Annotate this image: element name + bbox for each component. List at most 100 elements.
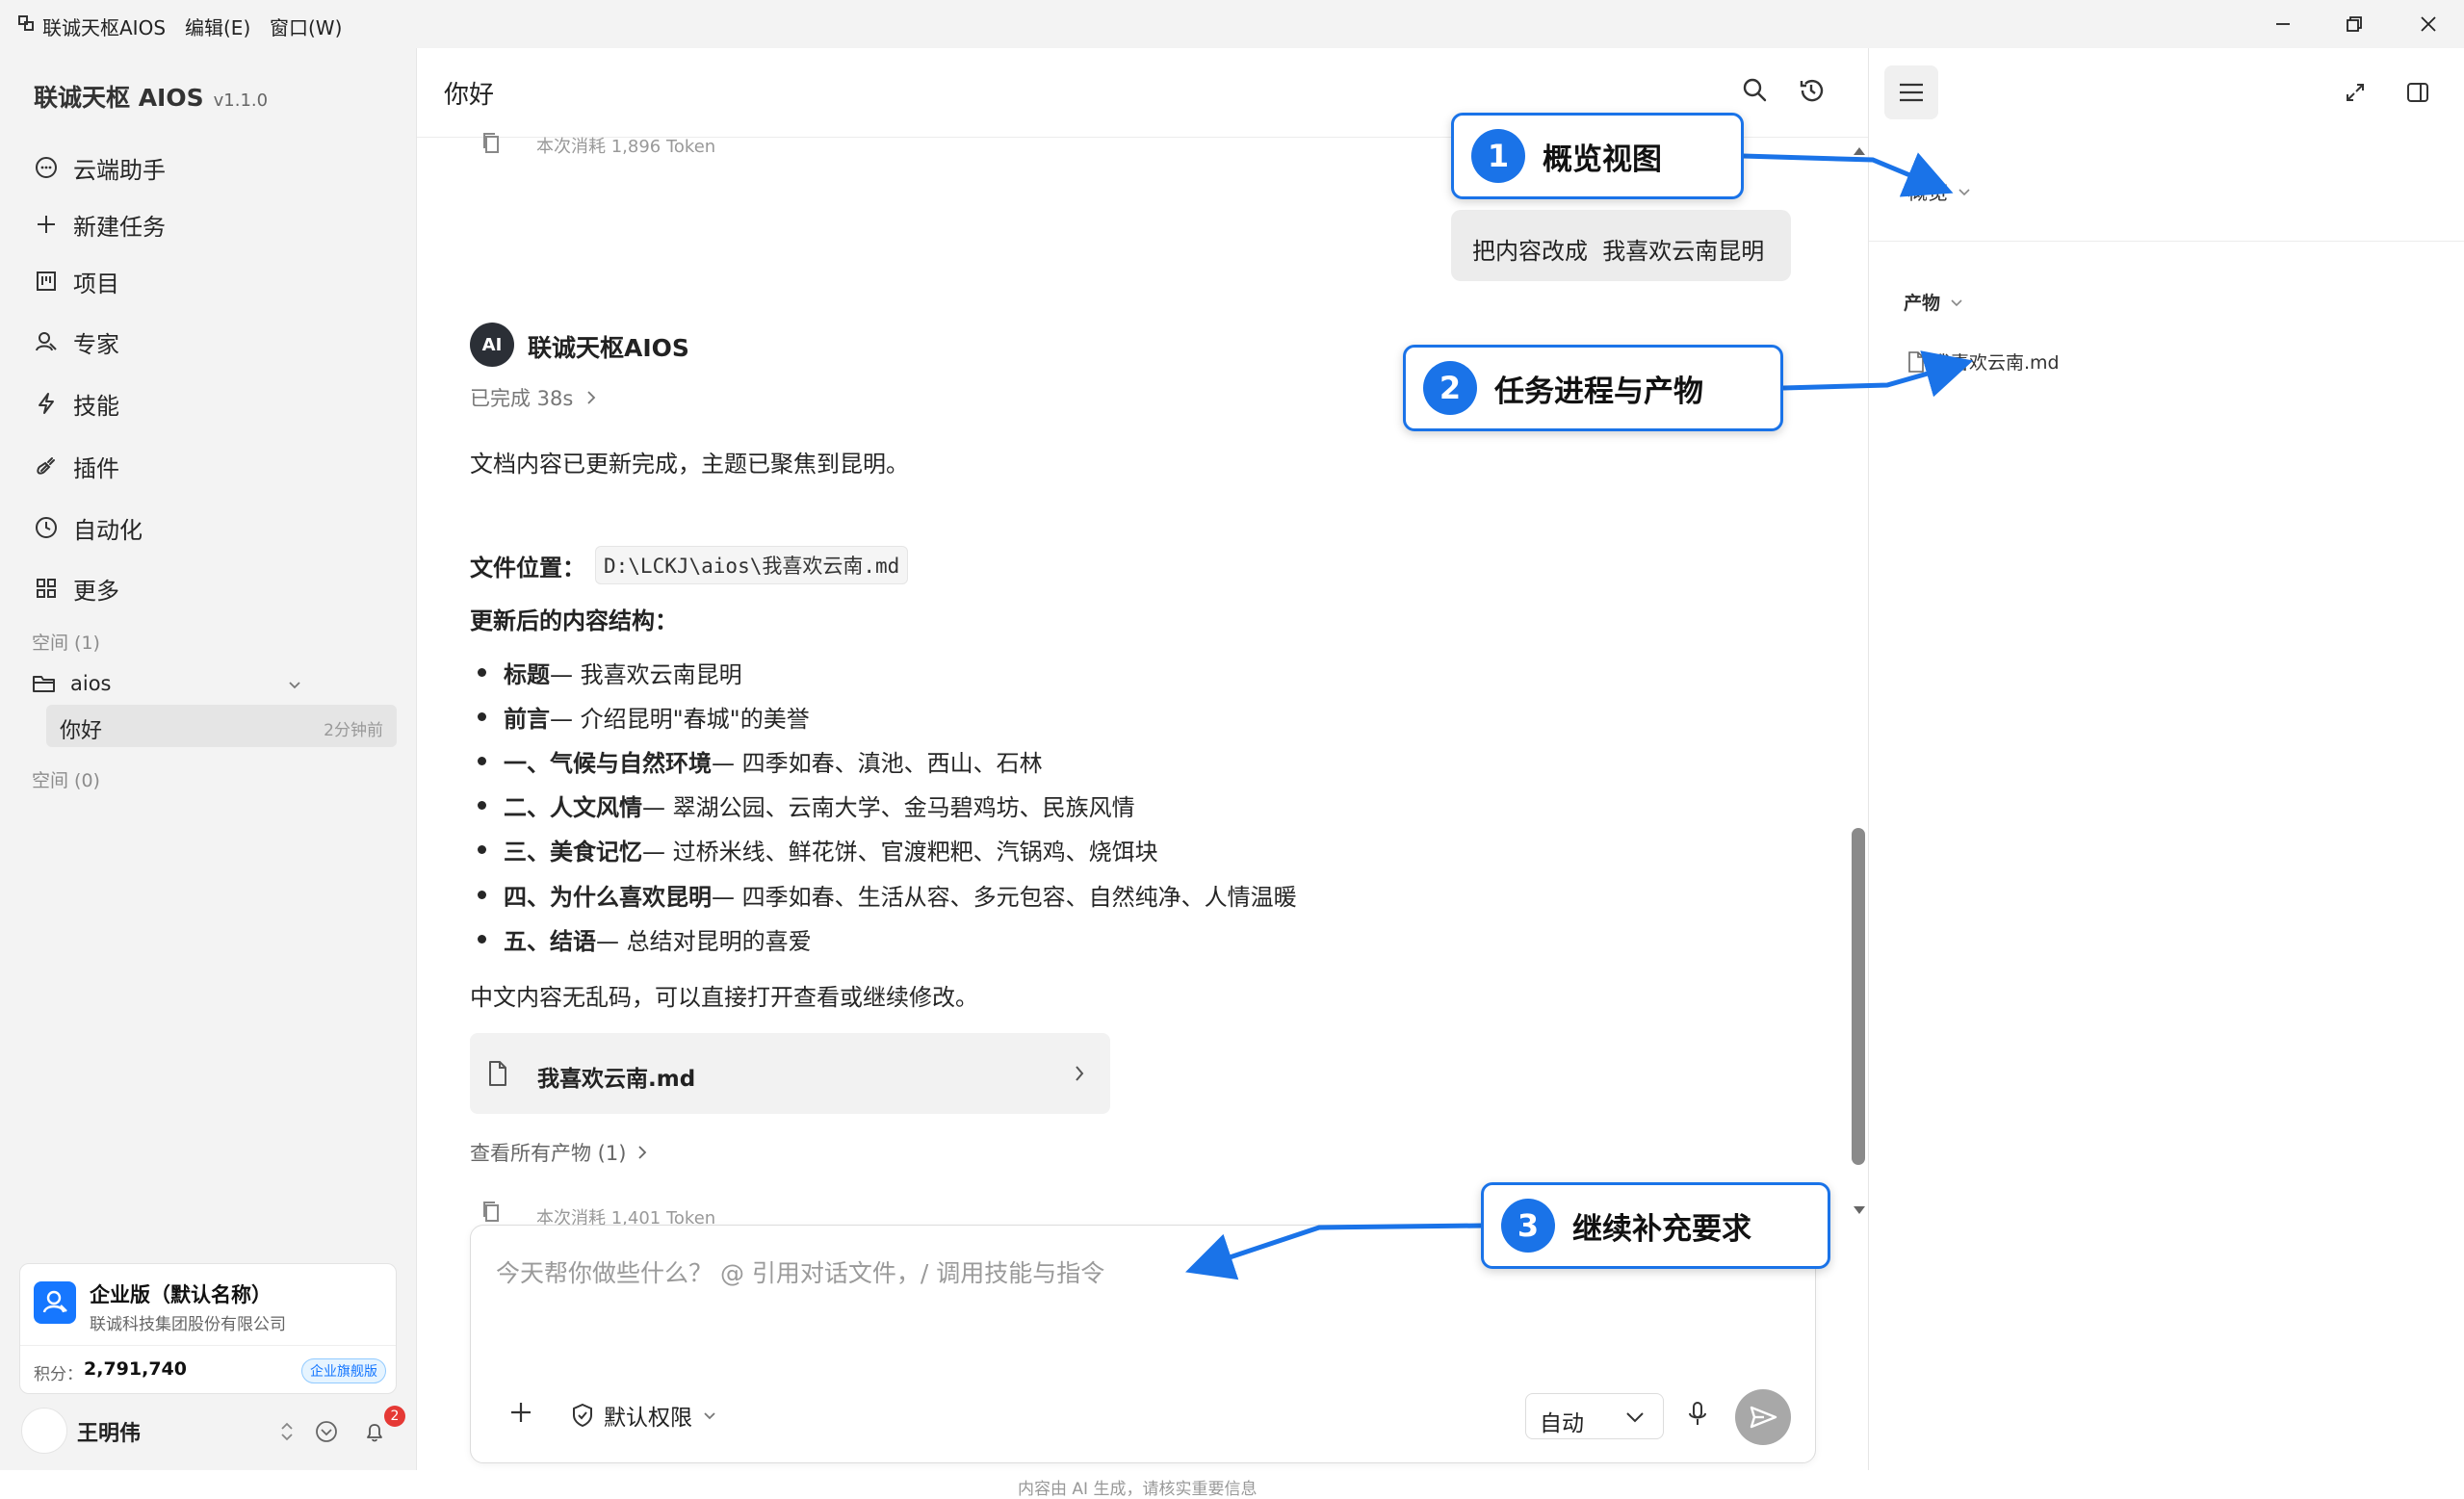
- list-item: 四、为什么喜欢昆明 — 四季如春、生活从容、多元包容、自然纯净、人情温暖: [471, 878, 1297, 912]
- artifacts-label: 产物: [1904, 293, 1941, 314]
- status-text: 已完成 38s: [470, 387, 574, 410]
- page-title: 你好: [444, 81, 495, 110]
- nav-automation[interactable]: 自动化: [33, 506, 143, 549]
- version-label: v1.1.0: [213, 90, 269, 111]
- conversation-time: 2分钟前: [324, 721, 383, 740]
- list-item: 三、美食记忆 — 过桥米线、鲜花饼、官渡粑粑、汽锅鸡、烧饵块: [471, 833, 1158, 866]
- brand-name: 联诚天枢 AIOS: [34, 84, 204, 112]
- view-all-artifacts[interactable]: 查看所有产物 (1): [470, 1138, 649, 1167]
- hamburger-icon: [1900, 83, 1923, 102]
- space-label-0: 空间 (0): [32, 770, 100, 791]
- search-icon[interactable]: [1740, 75, 1771, 106]
- mode-label: 自动: [1540, 1411, 1584, 1436]
- copy-icon[interactable]: [480, 131, 504, 156]
- restore-button[interactable]: [2340, 10, 2369, 39]
- org-user-icon: [42, 1290, 67, 1313]
- mode-select[interactable]: 自动: [1525, 1393, 1664, 1439]
- chat-bubble-icon: [36, 157, 57, 178]
- scroll-up-arrow[interactable]: [1852, 144, 1867, 158]
- list-item: 二、人文风情 — 翠湖公园、云南大学、金马碧鸡坊、民族风情: [471, 788, 1135, 822]
- file-card-name: 我喜欢云南.md: [537, 1067, 696, 1092]
- intro-text: 文档内容已更新完成，主题已聚焦到昆明。: [470, 451, 909, 478]
- chevron-down-icon: [1626, 1412, 1644, 1423]
- org-company: 联诚科技集团股份有限公司: [90, 1315, 286, 1334]
- nav-projects[interactable]: 项目: [33, 260, 119, 302]
- bell-icon[interactable]: [362, 1419, 387, 1444]
- microphone-icon[interactable]: [1686, 1400, 1709, 1429]
- plan-badge: 企业旗舰版: [301, 1358, 386, 1383]
- chevron-right-icon: [1076, 1066, 1084, 1081]
- callout-text: 继续补充要求: [1572, 1211, 1751, 1247]
- folder-name: aios: [70, 672, 112, 695]
- chat-input-placeholder[interactable]: 今天帮你做些什么？ @ 引用对话文件，/ 调用技能与指令: [496, 1254, 1104, 1289]
- brand: 联诚天枢 AIOS v1.1.0: [34, 79, 268, 114]
- document-icon: [489, 1061, 506, 1086]
- overview-label: 概览: [1907, 181, 1948, 204]
- shield-icon: [573, 1403, 592, 1428]
- expand-icon[interactable]: [2342, 79, 2369, 106]
- file-path-code: D:\LCKJ\aios\我喜欢云南.md: [595, 546, 909, 584]
- nav-label: 自动化: [73, 516, 143, 544]
- overview-dropdown[interactable]: 概览: [1907, 177, 1971, 206]
- disclaimer: 内容由 AI 生成，请核实重要信息: [1018, 1480, 1258, 1499]
- send-icon: [1750, 1406, 1777, 1429]
- callout-number: 1: [1471, 129, 1525, 183]
- title-bar: 联诚天枢AIOS 编辑(E) 窗口(W): [0, 0, 2464, 48]
- closing-text: 中文内容无乱码，可以直接打开查看或继续修改。: [470, 984, 978, 1011]
- app-title: 联诚天枢AIOS: [42, 16, 167, 39]
- nav-cloud-assistant[interactable]: 云端助手: [33, 146, 166, 189]
- right-panel: 概览 产物 我喜欢云南.md: [1868, 48, 2464, 1470]
- callout-number: 3: [1501, 1199, 1555, 1253]
- panel-menu-button[interactable]: [1884, 65, 1938, 119]
- grid-icon: [37, 579, 56, 598]
- artifact-file-item[interactable]: 我喜欢云南.md: [1907, 349, 2060, 375]
- close-button[interactable]: [2414, 10, 2443, 39]
- file-card[interactable]: 我喜欢云南.md: [470, 1033, 1110, 1114]
- nav-plugins[interactable]: 插件: [33, 445, 119, 487]
- nav-more[interactable]: 更多: [33, 567, 119, 609]
- scrollbar-thumb[interactable]: [1852, 828, 1865, 1165]
- minimize-button[interactable]: [2269, 10, 2297, 39]
- folder-icon: [33, 676, 55, 692]
- document-icon: [1908, 350, 1924, 373]
- status-toggle[interactable]: 已完成 38s: [470, 383, 598, 412]
- callout-number: 2: [1423, 361, 1477, 415]
- file-location-label: 文件位置：: [470, 554, 585, 582]
- account-switch-icon[interactable]: [279, 1420, 295, 1443]
- org-card[interactable]: 企业版（默认名称） 联诚科技集团股份有限公司 积分： 2,791,740 企业旗…: [19, 1263, 397, 1394]
- ai-avatar: AI: [470, 323, 514, 367]
- artifacts-section[interactable]: 产物: [1904, 289, 1963, 315]
- toggle-panel-icon[interactable]: [2404, 79, 2431, 106]
- nav-experts[interactable]: 专家: [33, 321, 119, 363]
- permission-label: 默认权限: [604, 1406, 692, 1431]
- org-name: 企业版（默认名称）: [90, 1283, 272, 1306]
- attach-plus-icon[interactable]: [507, 1399, 534, 1426]
- sidebar: 联诚天枢 AIOS v1.1.0 云端助手 新建任务 项目 专家 技能 插件 自…: [0, 48, 416, 1470]
- menu-window[interactable]: 窗口(W): [270, 13, 342, 40]
- conversation-title: 你好: [60, 719, 103, 743]
- chevron-down-icon[interactable]: [287, 677, 302, 692]
- nav-label: 项目: [73, 270, 119, 297]
- scroll-down-arrow[interactable]: [1852, 1203, 1867, 1217]
- avatar[interactable]: [21, 1408, 67, 1454]
- permission-select[interactable]: 默认权限: [571, 1399, 717, 1432]
- view-all-text: 查看所有产物 (1): [470, 1142, 627, 1165]
- nav-new-task[interactable]: 新建任务: [33, 203, 166, 246]
- list-item: 一、气候与自然环境 — 四季如春、滇池、西山、石林: [471, 744, 1043, 778]
- nav-label: 专家: [73, 330, 119, 358]
- send-button[interactable]: [1735, 1389, 1791, 1445]
- list-item: 前言 — 介绍昆明"春城"的美誉: [471, 700, 810, 734]
- menu-edit[interactable]: 编辑(E): [185, 13, 250, 40]
- chevron-down-icon: [1958, 189, 1970, 196]
- nav-skills[interactable]: 技能: [33, 382, 119, 425]
- history-icon[interactable]: [1796, 75, 1827, 106]
- callout-text: 任务进程与产物: [1494, 374, 1703, 409]
- points-label: 积分：: [34, 1365, 83, 1384]
- status-chevron-icon[interactable]: [314, 1419, 339, 1444]
- ai-name: 联诚天枢AIOS: [528, 334, 689, 362]
- nav-label: 更多: [73, 577, 119, 605]
- copy-icon[interactable]: [480, 1200, 504, 1225]
- conversation-item[interactable]: 你好 2分钟前: [46, 705, 397, 747]
- folder-aios[interactable]: aios: [32, 667, 311, 700]
- structure-heading: 更新后的内容结构：: [470, 607, 678, 634]
